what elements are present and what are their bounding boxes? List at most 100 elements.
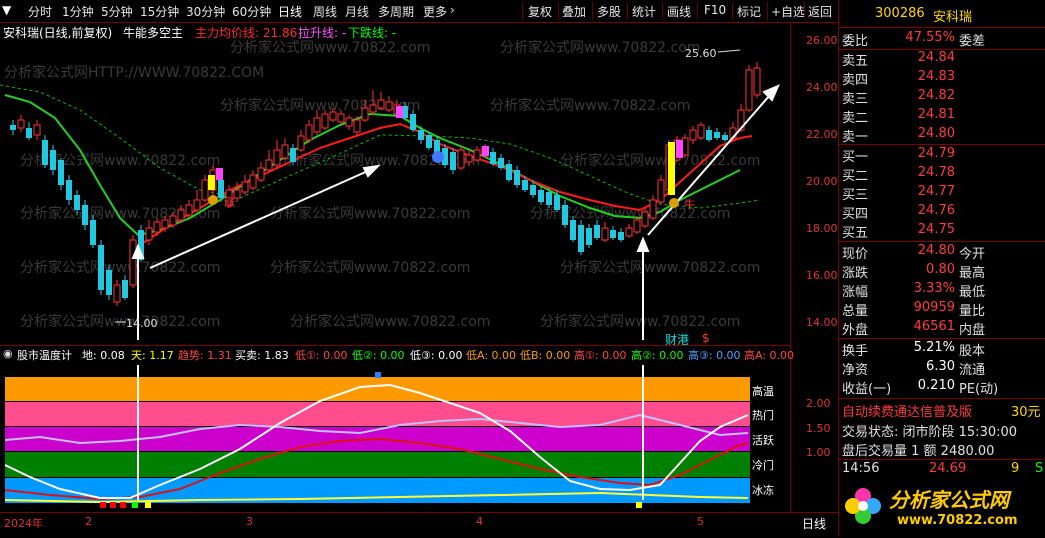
quote-row: 卖四 24.83 — [839, 69, 1045, 88]
candle-body — [153, 221, 161, 233]
row-value: 24.83 — [917, 69, 955, 84]
candle-body — [129, 239, 137, 286]
date-axis: 2024年 2 3 4 5 日线 — [0, 512, 838, 538]
add-watchlist-button[interactable]: +自选 — [771, 3, 805, 20]
tab-daily[interactable]: 日线 — [278, 3, 302, 20]
money-icon — [669, 198, 679, 208]
candle-body — [610, 230, 616, 238]
tab-weekly[interactable]: 周线 — [313, 3, 337, 20]
duogu-button[interactable]: 多股 — [597, 3, 621, 20]
row-label: 卖四 — [842, 73, 869, 88]
ind-diA: 低A: 0.00 — [466, 349, 517, 362]
band-label: 冷门 — [752, 458, 774, 472]
candlestick-chart[interactable]: 分析家公式网www.70822.com 分析家公式网www.70822.com … — [0, 40, 790, 340]
row-label: 卖五 — [842, 54, 869, 69]
watermark: 分析家公式网HTTP://WWW.70822.COM — [4, 64, 264, 81]
quote-row: 卖一 24.80 — [839, 126, 1045, 145]
quote-row: 买五 24.75 — [839, 222, 1045, 241]
row-label-2: 量比 — [959, 304, 986, 319]
y-tick: 24.00 — [806, 81, 838, 94]
high-price-label: 25.60 — [685, 47, 717, 60]
row-label-2: 最低 — [959, 285, 986, 300]
tab-more[interactable]: 更多 — [423, 3, 447, 20]
tab-15min[interactable]: 15分钟 — [140, 3, 179, 20]
candle-body — [706, 130, 712, 140]
row-value: 6.30 — [926, 359, 955, 374]
promo-text[interactable]: 自动续费通达信普及版 — [842, 401, 972, 420]
quote-row: 净资 6.30 流通 — [839, 359, 1045, 378]
watermark: 分析家公式网www.70822.com — [270, 205, 470, 222]
thermometer-chart[interactable]: 高温 热门 活跃 冷门 冰冻 2.00 — [0, 365, 790, 512]
band-label: 高温 — [752, 384, 774, 398]
money-icon — [208, 195, 218, 205]
x-tick: 4 — [476, 515, 483, 528]
f10-button[interactable]: F10 — [704, 3, 726, 17]
quote-row: 卖五 24.84 — [839, 50, 1045, 69]
quote-row: 换手 5.21% 股本 — [839, 340, 1045, 359]
quote-row: 买一 24.79 — [839, 146, 1045, 165]
back-button[interactable]: 返回 — [808, 3, 832, 20]
row-label: 换手 — [842, 344, 869, 359]
candle-body — [74, 195, 80, 210]
y-tick: 18.00 — [806, 222, 838, 235]
signal-candle — [676, 140, 683, 158]
fuquan-button[interactable]: 复权 — [528, 3, 552, 20]
candle-body — [714, 132, 720, 138]
row-label: 涨幅 — [842, 285, 869, 300]
tab-fenshi[interactable]: 分时 — [28, 3, 52, 20]
candle-body — [98, 245, 104, 290]
row-label-2: 最高 — [959, 266, 986, 281]
flower-logo-icon — [845, 488, 881, 524]
weibi-value: 47.55% — [905, 30, 955, 45]
candle-body — [17, 119, 25, 129]
tab-monthly[interactable]: 月线 — [345, 3, 369, 20]
candle-body — [722, 135, 728, 140]
y-tick: 20.00 — [806, 175, 838, 188]
row-value: 24.75 — [917, 222, 955, 237]
signal-square — [145, 502, 151, 508]
quote-row: 收益(一) 0.210 PE(动) — [839, 378, 1045, 397]
tab-5min[interactable]: 5分钟 — [101, 3, 133, 20]
up-line-label: 拉升线: - — [298, 26, 347, 40]
tab-1min[interactable]: 1分钟 — [62, 3, 94, 20]
biaoji-button[interactable]: 标记 — [737, 3, 761, 20]
stock-title: 安科瑞(日线,前复权) — [3, 26, 113, 40]
tab-30min[interactable]: 30分钟 — [186, 3, 225, 20]
row-label: 买二 — [842, 169, 869, 184]
tongji-button[interactable]: 统计 — [632, 3, 656, 20]
ind-gao3: 高③: 0.00 — [688, 349, 741, 362]
diejia-button[interactable]: 叠加 — [562, 3, 586, 20]
chevron-right-icon[interactable]: › — [450, 3, 455, 17]
indicator-name[interactable]: 牛能多空主 — [123, 24, 183, 41]
period-label[interactable]: 日线 — [802, 515, 826, 532]
tab-60min[interactable]: 60分钟 — [232, 3, 271, 20]
y-tick: 26.00 — [806, 34, 838, 47]
candle-body — [313, 117, 321, 133]
promo-tail: 30元 — [1011, 405, 1041, 420]
down-arrow-icon[interactable]: ▼ — [2, 3, 11, 17]
tick-dir: S — [1035, 461, 1044, 476]
row-label: 现价 — [842, 247, 869, 262]
candle-body — [377, 99, 385, 109]
row-label: 卖一 — [842, 130, 869, 145]
tick-time: 14:56 — [842, 461, 880, 476]
logo-text: 分析家公式网 — [889, 488, 1009, 512]
row-value: 24.84 — [917, 50, 955, 65]
row-label: 卖二 — [842, 111, 869, 126]
quote-row: 买三 24.77 — [839, 184, 1045, 203]
tick-vol: 9 — [1011, 461, 1020, 476]
quote-row: 现价 24.80 今开 — [839, 243, 1045, 262]
candle-body — [321, 113, 329, 129]
candle-body — [122, 280, 128, 298]
quote-panel: 300286 安科瑞 委比 47.55% 委差 卖五 24.84 卖四 24.83 卖三… — [838, 0, 1045, 537]
candle-body — [385, 101, 393, 111]
huaxian-button[interactable]: 画线 — [667, 3, 691, 20]
y-tick: 14.00 — [806, 316, 838, 329]
watermark: 分析家公式网www.70822.com — [290, 313, 490, 330]
row-label: 买一 — [842, 150, 869, 165]
candle-body — [601, 227, 609, 241]
quote-row: 买二 24.78 — [839, 165, 1045, 184]
ind-tian: 天: 1.17 — [131, 349, 174, 362]
tab-multi-period[interactable]: 多周期 — [378, 3, 414, 20]
row-label: 买四 — [842, 207, 869, 222]
